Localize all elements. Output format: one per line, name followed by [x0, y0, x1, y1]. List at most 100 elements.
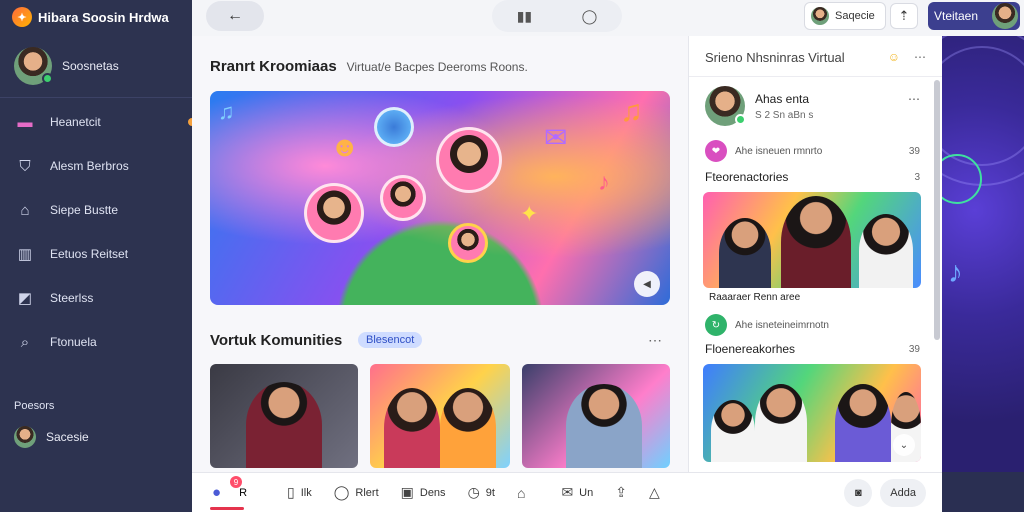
- online-indicator-icon: [42, 72, 53, 84]
- more-options-icon[interactable]: ⋯: [908, 92, 920, 106]
- community-card[interactable]: [522, 364, 670, 468]
- top-bar: ← ▮▮ ◯ Saqecie ⇡ Vteitaen: [192, 0, 1024, 36]
- book-icon[interactable]: ▮▮: [517, 8, 532, 25]
- more-options-icon[interactable]: ⋯: [648, 332, 662, 349]
- person-image: [440, 388, 496, 468]
- activity-row[interactable]: ↻ Ahe isneteineimrnotn: [705, 314, 829, 336]
- feature-tags[interactable]: Virtuat/e Bacpes Deeroms Roons.: [347, 60, 528, 74]
- divider: [689, 76, 942, 77]
- add-button[interactable]: Adda: [880, 478, 926, 507]
- account-switcher[interactable]: Saqecie: [804, 2, 886, 30]
- person-image: [566, 384, 642, 468]
- bottom-item-label: Dens: [419, 486, 446, 499]
- upload-arrow-icon: ⇡: [898, 8, 910, 23]
- sidebar-item-2[interactable]: ⛉ Alesm Berbros: [0, 144, 192, 188]
- share-button[interactable]: ⇡: [890, 3, 918, 29]
- camera-button[interactable]: ◙: [844, 478, 873, 507]
- bottom-item[interactable]: ◯ Rlert: [334, 484, 379, 501]
- avatar: [14, 426, 36, 448]
- sidebar-item-label: Ftonuela: [50, 335, 97, 349]
- community-card[interactable]: [370, 364, 510, 468]
- scrollbar[interactable]: [934, 80, 940, 340]
- profile-bubble[interactable]: [304, 183, 364, 243]
- play-button[interactable]: ◀: [634, 271, 660, 297]
- feed-title: Floenereakorhes: [705, 342, 796, 356]
- avatar: [705, 86, 746, 126]
- bottom-item[interactable]: ⇪: [615, 484, 627, 501]
- bottom-bar: ● 9 R ▯ Ilk ◯ Rlert ▣ Dens ◷ 9t ⌂ ✉ Un ⇪…: [192, 472, 942, 512]
- emoji-icon: ☻: [330, 131, 360, 162]
- user-menu[interactable]: Vteitaen: [928, 2, 1020, 30]
- profile-bubble[interactable]: [436, 127, 502, 193]
- clock-icon: ◷: [467, 484, 480, 500]
- refresh-icon: ↻: [705, 314, 727, 336]
- post-author: Ahas enta: [755, 91, 810, 106]
- activity-row[interactable]: ❤ Ahe isneuen rmnrto: [705, 140, 822, 162]
- sidebar-item-5[interactable]: ◩ Steerlss: [0, 276, 192, 320]
- profile-bubble[interactable]: [374, 107, 414, 147]
- bottom-item[interactable]: ⌂: [517, 485, 525, 501]
- music-note-icon: ♪: [598, 169, 610, 196]
- back-button[interactable]: ←: [206, 1, 264, 31]
- section-badge[interactable]: Blesencot: [358, 332, 423, 348]
- panel-header: Srieno Nhsninras Virtual: [705, 50, 845, 65]
- bottom-item[interactable]: ◷ 9t: [468, 484, 495, 501]
- feed-image[interactable]: ⌄: [703, 364, 921, 462]
- sidebar-item-1[interactable]: ▬ Heanetcit: [0, 100, 196, 144]
- hero-banner[interactable]: ♫ ♫ ☻ ♪ ✦ ✉ ◀: [210, 91, 670, 305]
- panel-actions: ☺ ⋯: [888, 50, 926, 64]
- inbox-icon: ▬: [17, 113, 33, 131]
- activity-count: 39: [908, 146, 920, 157]
- basket-icon: ⌂: [20, 201, 30, 219]
- activity-text: Ahe isneuen rmnrto: [735, 145, 823, 157]
- section-title: Vortuk Komunities: [210, 332, 343, 349]
- right-panel: Srieno Nhsninras Virtual ☺ ⋯ Ahas enta S…: [688, 36, 942, 472]
- sidebar-profile[interactable]: Soosnetas: [0, 34, 192, 98]
- feature-header: Rranrt Kroomiaas Virtuat/e Bacpes Deerom…: [210, 58, 528, 75]
- person-image: [859, 214, 913, 288]
- bookmark-icon: ▯: [287, 484, 295, 500]
- post-meta: S 2 Sn aBn s: [755, 109, 814, 121]
- panel-subtitle: Virtual: [808, 50, 845, 65]
- more-options-icon[interactable]: ⋯: [914, 50, 926, 64]
- profile-bubble[interactable]: [380, 175, 426, 221]
- bottom-item-label: Un: [579, 486, 594, 499]
- shield-icon: ⛉: [19, 157, 31, 175]
- bottom-item-home[interactable]: ● 9 R: [210, 476, 247, 510]
- chat-bubble-icon[interactable]: ◯: [582, 8, 598, 25]
- small-profile[interactable]: Sacesie: [0, 412, 192, 462]
- sidebar-item-6[interactable]: ⌕ Ftonuela: [0, 320, 192, 364]
- profile-bubble[interactable]: [448, 223, 488, 263]
- bottom-item[interactable]: ▣ Dens: [401, 484, 446, 501]
- person-image: [384, 388, 440, 468]
- panel-title: Srieno Nhsninras: [705, 50, 805, 65]
- building-icon: ▥: [17, 246, 33, 263]
- user-label: Vteitaen: [934, 9, 979, 23]
- music-note-icon: ♫: [620, 95, 643, 128]
- bottom-item[interactable]: ▯ Ilk: [287, 484, 312, 501]
- account-name: Saqecie: [835, 10, 875, 22]
- music-note-icon: ♫: [218, 99, 235, 124]
- brand[interactable]: ✦ Hibara Soosin Hrdwa: [0, 0, 192, 34]
- community-card[interactable]: [210, 364, 358, 468]
- post-header[interactable]: Ahas enta S 2 Sn aBn s: [705, 86, 813, 126]
- bottom-item-label: Ilk: [300, 486, 312, 499]
- bottom-actions: ◙ Adda: [844, 478, 926, 507]
- bottom-item[interactable]: ✉ Un: [561, 484, 593, 501]
- feed-image[interactable]: [703, 192, 921, 288]
- sidebar-item-3[interactable]: ⌂ Siepe Bustte: [0, 188, 192, 232]
- person-image: [246, 382, 322, 468]
- emoji-icon[interactable]: ☺: [888, 50, 900, 64]
- feed-count: 3: [914, 172, 920, 183]
- chat-bubble-icon: ✉: [544, 122, 568, 153]
- decorative-background: ♪: [942, 36, 1024, 472]
- sidebar-item-4[interactable]: ▥ Eetuos Reitset: [0, 232, 192, 276]
- top-center-controls: ▮▮ ◯: [492, 0, 622, 32]
- brand-name: Hibara Soosin Hrdwa: [38, 9, 169, 25]
- chevron-down-icon[interactable]: ⌄: [893, 434, 915, 456]
- profile-name: Soosnetas: [62, 58, 119, 73]
- chat-icon: ◯: [333, 484, 350, 500]
- bottom-item[interactable]: △: [649, 484, 660, 501]
- sidebar-item-label: Heanetcit: [50, 115, 101, 129]
- search-icon: ⌕: [20, 333, 30, 351]
